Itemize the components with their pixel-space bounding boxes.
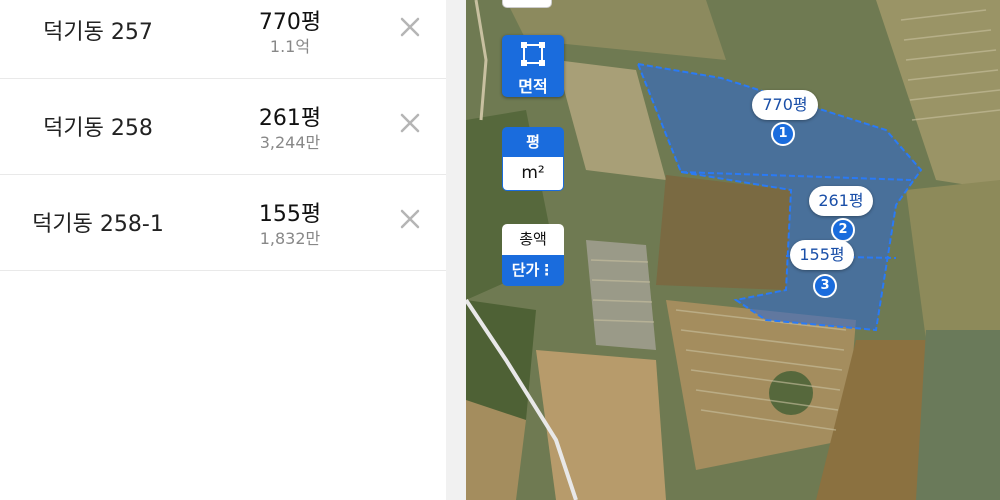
parcel-label-3[interactable]: 155평 [790,240,854,270]
parcel-name: 덕기동 258 [43,116,153,141]
unit-pyeong-toggle[interactable]: 평 [502,127,564,157]
parcel-area: 155평 [258,202,322,227]
parcel-name: 덕기동 257 [43,20,153,45]
parcel-area: 261평 [258,106,322,131]
unit-m2-toggle[interactable]: m² [502,157,564,191]
remove-button[interactable] [395,12,425,42]
parcel-price: 3,244만 [259,133,321,152]
parcel-area: 770평 [258,10,322,35]
remove-button[interactable] [395,108,425,138]
parcel-row[interactable]: 덕기동 258 261평 3,244만 [0,78,446,175]
parcel-row[interactable]: 덕기동 258-1 155평 1,832만 [0,174,446,271]
parcel-label-2[interactable]: 261평 [809,186,873,216]
parcel-number-1: 1 [771,122,795,146]
parcel-number-3: 3 [813,274,837,298]
total-price-toggle[interactable]: 총액 [502,224,564,255]
panel-divider [446,0,466,500]
area-button-label: 면적 [518,77,548,96]
close-icon [400,209,420,229]
area-select-icon [521,42,545,66]
parcel-label-1[interactable]: 770평 [752,90,818,120]
close-icon [400,17,420,37]
parcel-number-2: 2 [831,218,855,242]
parcel-list: 덕기동 257 770평 1.1억 덕기동 258 261평 3,244만 덕기… [0,0,466,500]
area-measure-button[interactable]: 면적 [502,35,564,97]
remove-button[interactable] [395,204,425,234]
parcel-price: 1,832만 [259,229,321,248]
satellite-map[interactable]: 면적 평 m² 총액 단가⋮ 770평 1 261평 2 155평 3 [466,0,1000,500]
unit-price-toggle[interactable]: 단가⋮ [502,255,564,286]
map-tool-button[interactable] [502,0,552,8]
parcel-row[interactable]: 덕기동 257 770평 1.1억 [0,0,446,79]
parcel-name: 덕기동 258-1 [32,212,164,237]
parcel-price: 1.1억 [269,37,311,56]
close-icon [400,113,420,133]
